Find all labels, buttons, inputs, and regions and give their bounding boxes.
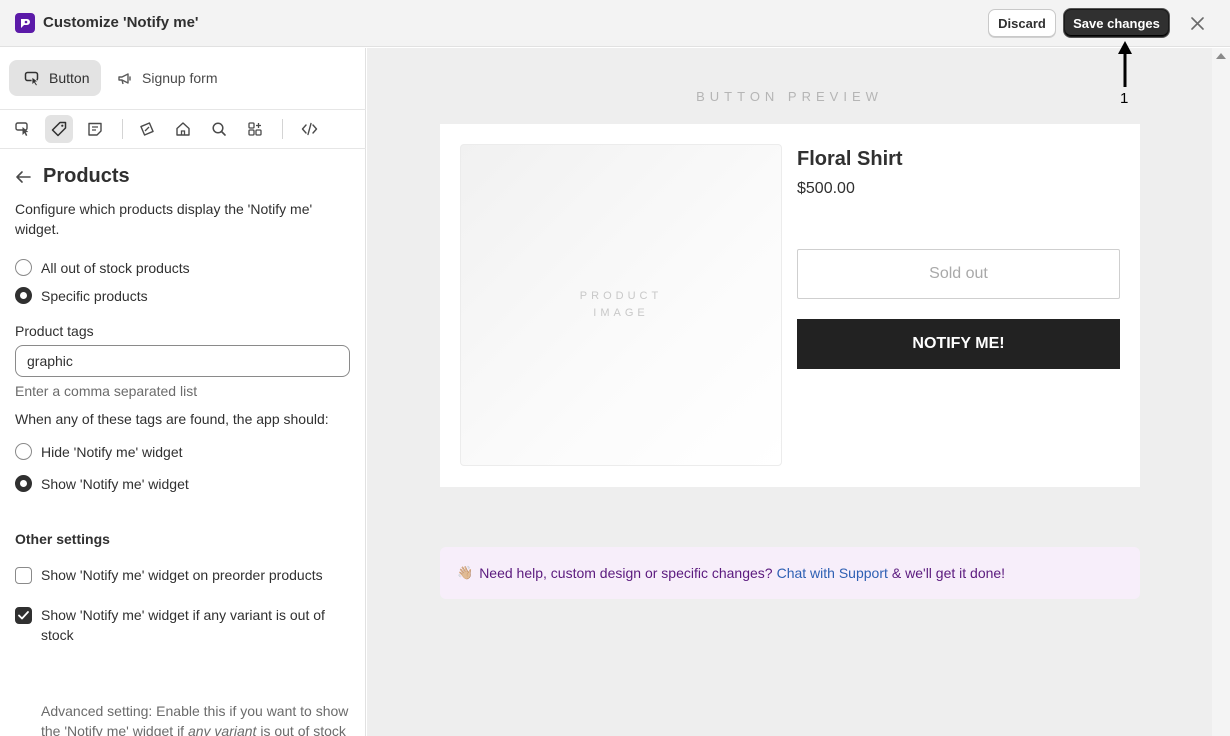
checkbox-preorder[interactable]: Show 'Notify me' widget on preorder prod… (15, 565, 345, 585)
tag-action-prompt: When any of these tags are found, the ap… (15, 411, 329, 427)
checkbox-indicator[interactable] (15, 607, 32, 624)
note-icon[interactable] (81, 115, 109, 143)
product-image-label: PRODUCT IMAGE (579, 290, 663, 319)
advanced-help-emphasis: any variant (187, 723, 257, 736)
radio-specific-products[interactable]: Specific products (15, 287, 148, 304)
page-title: Customize 'Notify me' (43, 14, 199, 31)
mode-tabs: Button Signup form (0, 48, 366, 110)
section-title: Products (43, 165, 130, 187)
help-suffix: & we'll get it done! (891, 565, 1006, 581)
tab-button[interactable]: Button (9, 60, 101, 96)
tab-button-label: Button (49, 70, 90, 86)
app-logo-icon (15, 13, 35, 33)
product-name: Floral Shirt (797, 148, 903, 170)
settings-toolbar (0, 110, 366, 149)
search-icon[interactable] (205, 115, 233, 143)
home-icon[interactable] (169, 115, 197, 143)
section-description: Configure which products display the 'No… (15, 201, 313, 237)
advanced-setting-help: Advanced setting: Enable this if you wan… (41, 701, 357, 736)
radio-indicator[interactable] (15, 259, 32, 276)
radio-hide-widget[interactable]: Hide 'Notify me' widget (15, 443, 183, 460)
cursor-click-icon (23, 69, 41, 87)
radio-show-widget[interactable]: Show 'Notify me' widget (15, 475, 189, 492)
discount-icon[interactable] (133, 115, 161, 143)
toolbar-divider (282, 119, 283, 139)
annotation-arrow-icon (1118, 41, 1132, 87)
chat-support-link[interactable]: Chat with Support (777, 565, 888, 581)
radio-label: Specific products (41, 287, 148, 304)
product-card: PRODUCT IMAGE Floral Shirt $500.00 Sold … (440, 124, 1140, 487)
radio-indicator[interactable] (15, 443, 32, 460)
save-changes-button[interactable]: Save changes (1064, 9, 1169, 37)
sidebar: Button Signup form Products Configure wh… (0, 48, 366, 736)
close-icon[interactable] (1186, 12, 1208, 34)
product-tags-input[interactable] (15, 345, 350, 377)
scroll-up-arrow-icon[interactable] (1216, 53, 1226, 59)
waving-hand-icon: 👋🏼 (457, 565, 474, 580)
discard-button[interactable]: Discard (988, 9, 1056, 37)
radio-label: Hide 'Notify me' widget (41, 443, 183, 460)
radio-indicator[interactable] (15, 475, 32, 492)
radio-indicator[interactable] (15, 287, 32, 304)
cursor-icon[interactable] (9, 115, 37, 143)
checkbox-label: Show 'Notify me' widget on preorder prod… (41, 567, 323, 583)
other-settings-heading: Other settings (15, 531, 110, 547)
tab-signup-label: Signup form (142, 70, 218, 86)
checkbox-any-variant[interactable]: Show 'Notify me' widget if any variant i… (15, 605, 350, 645)
scrollbar[interactable] (1212, 48, 1230, 736)
checkbox-indicator[interactable] (15, 567, 32, 584)
top-bar: Customize 'Notify me' Discard Save chang… (0, 0, 1230, 47)
checkbox-label: Show 'Notify me' widget if any variant i… (41, 607, 325, 643)
help-text: Need help, custom design or specific cha… (479, 565, 773, 581)
megaphone-icon (116, 69, 134, 87)
preview-label: BUTTON PREVIEW (696, 89, 883, 104)
tab-signup-form[interactable]: Signup form (110, 60, 230, 96)
apps-icon[interactable] (241, 115, 269, 143)
product-tags-label: Product tags (15, 323, 94, 339)
notify-me-button[interactable]: NOTIFY ME! (797, 319, 1120, 369)
tag-icon[interactable] (45, 115, 73, 143)
product-image-placeholder: PRODUCT IMAGE (460, 144, 782, 466)
annotation-number: 1 (1120, 90, 1129, 107)
preview-area: BUTTON PREVIEW PRODUCT IMAGE Floral Shir… (367, 48, 1212, 736)
radio-all-out-of-stock[interactable]: All out of stock products (15, 259, 190, 276)
help-banner: 👋🏼 Need help, custom design or specific … (440, 547, 1140, 599)
code-icon[interactable] (295, 115, 323, 143)
back-arrow-icon[interactable] (15, 168, 35, 186)
advanced-help-suffix: is out of stock (256, 723, 346, 736)
toolbar-divider (122, 119, 123, 139)
product-tags-help: Enter a comma separated list (15, 383, 198, 399)
radio-label: All out of stock products (41, 259, 190, 276)
radio-label: Show 'Notify me' widget (41, 475, 189, 492)
sold-out-button: Sold out (797, 249, 1120, 299)
product-price: $500.00 (797, 180, 855, 197)
